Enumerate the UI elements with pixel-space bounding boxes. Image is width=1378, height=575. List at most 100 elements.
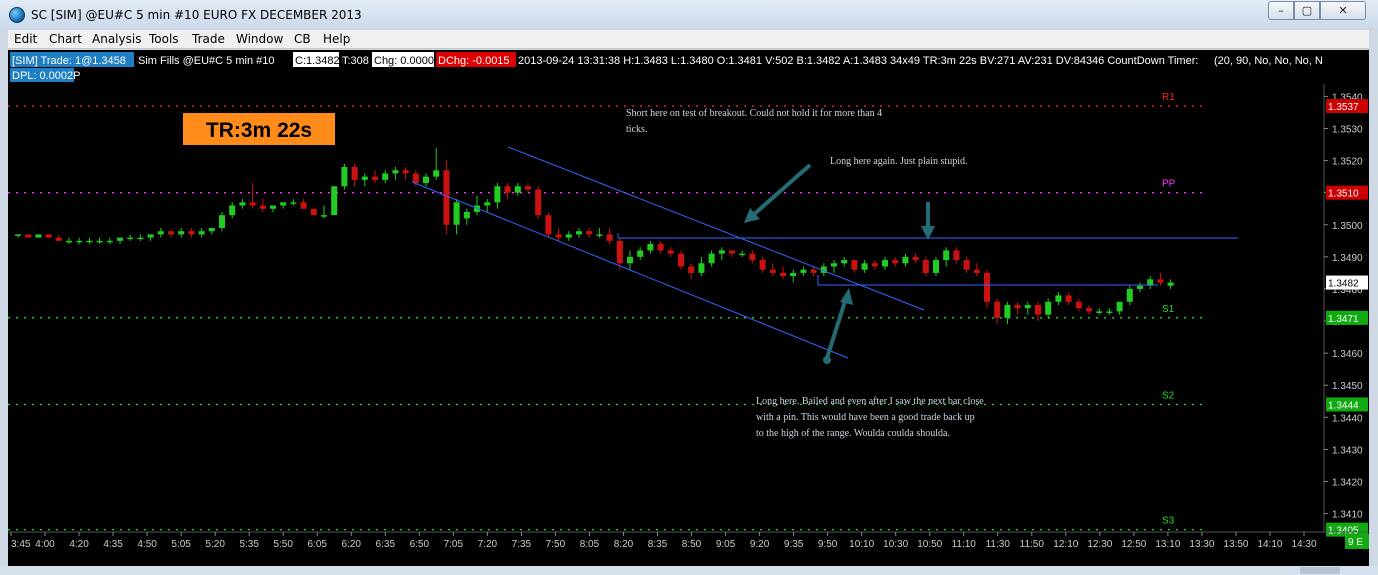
candle-body (117, 237, 123, 241)
candle-body (810, 269, 817, 273)
price-tick-label: 1.3530 (1332, 125, 1363, 136)
time-tick-label: 3:45 (11, 539, 31, 550)
candle-body (96, 240, 103, 243)
candle-body (576, 231, 582, 235)
candle-body (157, 231, 164, 235)
chart-area[interactable]: [SIM] Trade: 1@1.3458 Sim Fills @EU#C 5 … (8, 50, 1369, 566)
candle-body (423, 176, 429, 184)
time-tick-label: 5:20 (205, 539, 225, 550)
candle-body (239, 202, 246, 206)
menu-edit[interactable]: Edit (14, 32, 37, 46)
menu-trade[interactable]: Trade (192, 32, 225, 46)
time-tick-label: 8:50 (682, 539, 702, 550)
candle-body (688, 266, 695, 273)
time-tick-label: 13:50 (1223, 539, 1248, 550)
candle-body (933, 260, 939, 273)
candle-body (443, 170, 450, 225)
candle-body (351, 167, 358, 180)
header-close: C:1.3482 (295, 55, 340, 67)
menu-chart[interactable]: Chart (49, 32, 82, 46)
minimize-button[interactable]: – (1268, 1, 1294, 20)
candle-body (718, 250, 725, 254)
header-info: 2013-09-24 13:31:38 H:1.3483 L:1.3480 O:… (518, 55, 1198, 67)
candle-body (433, 170, 440, 177)
candle-body (637, 250, 644, 257)
candle-body (831, 263, 837, 267)
candle-body (647, 244, 654, 251)
candle-body (565, 234, 572, 238)
candle-body (137, 237, 144, 240)
time-tick-label: 4:20 (69, 539, 89, 550)
candle-body (382, 173, 389, 180)
level-name-r1: R1 (1162, 92, 1175, 103)
menu-bar: Edit Chart Analysis Tools Trade Window C… (8, 30, 1369, 49)
level-name-s3: S3 (1162, 516, 1175, 527)
candle-body (321, 215, 327, 217)
candle-body (76, 240, 83, 243)
candle-body (769, 269, 776, 273)
last-price-label: 1.3482 (1328, 279, 1359, 290)
candle-body (606, 234, 613, 241)
candle-body (780, 272, 786, 277)
level-price-r1: 1.3537 (1328, 102, 1359, 113)
price-chart[interactable]: [SIM] Trade: 1@1.3458 Sim Fills @EU#C 5 … (8, 50, 1369, 566)
time-tick-label: 10:30 (883, 539, 908, 550)
candle-body (168, 231, 174, 235)
candle-body (300, 202, 307, 209)
menu-analysis[interactable]: Analysis (92, 32, 141, 46)
candle-body (1106, 311, 1113, 313)
window-titlebar: SC [SIM] @EU#C 5 min #10 EURO FX DECEMBE… (0, 0, 1378, 30)
candles (15, 147, 1174, 325)
candle-body (678, 253, 684, 267)
candle-body (525, 186, 531, 190)
candle-body (922, 260, 929, 273)
candle-body (361, 176, 368, 180)
menu-tools[interactable]: Tools (149, 32, 179, 46)
candle-body (1004, 305, 1011, 318)
menu-cb[interactable]: CB (294, 32, 311, 46)
candle-body (280, 202, 287, 206)
time-tick-label: 6:50 (410, 539, 430, 550)
maximize-button[interactable]: ▢ (1294, 1, 1320, 20)
candle-body (25, 234, 32, 238)
time-tick-label: 7:50 (546, 539, 566, 550)
candle-body (453, 202, 460, 225)
time-tick-label: 11:10 (952, 539, 977, 550)
menu-help[interactable]: Help (323, 32, 350, 46)
candle-body (657, 244, 664, 251)
trendlines (411, 146, 1238, 359)
time-tick-label: 9:20 (750, 539, 770, 550)
candle-body (1045, 301, 1052, 315)
time-tick-label: 5:05 (171, 539, 191, 550)
price-axis[interactable] (1325, 84, 1369, 532)
candle-body (851, 260, 858, 270)
timer-label: TR:3m 22s (206, 119, 312, 142)
price-tick-label: 1.3520 (1332, 157, 1363, 168)
candle-body (729, 250, 735, 254)
time-tick-label: 12:50 (1121, 539, 1146, 550)
candle-body (15, 234, 21, 236)
candle-body (953, 250, 960, 261)
arrow-long-again-line (750, 163, 812, 218)
horizontal-scrollbar[interactable] (1300, 567, 1340, 574)
candle-body (331, 186, 338, 216)
time-tick-label: 7:35 (512, 539, 532, 550)
time-tick-label: 9:05 (716, 539, 736, 550)
candle-body (198, 231, 205, 235)
annotation-short-line1: Short here on test of breakout. Could no… (626, 108, 882, 119)
candle-body (188, 231, 195, 235)
candle-body (861, 263, 868, 270)
menu-window[interactable]: Window (236, 32, 283, 46)
candle-body (494, 186, 501, 203)
close-button[interactable]: ✕ (1320, 1, 1366, 20)
candle-body (882, 260, 888, 267)
candle-body (392, 170, 399, 174)
candle-body (627, 256, 633, 264)
candle-body (708, 253, 715, 264)
candle-body (259, 205, 266, 209)
arrow-long-here-line (825, 297, 848, 359)
pivot-levels: R11.3537PP1.3510S11.3471S21.3444S31.3405… (8, 92, 1368, 537)
annotation-short-line2: ticks. (626, 124, 647, 135)
time-tick-label: 7:20 (478, 539, 498, 550)
candle-body (178, 231, 185, 235)
